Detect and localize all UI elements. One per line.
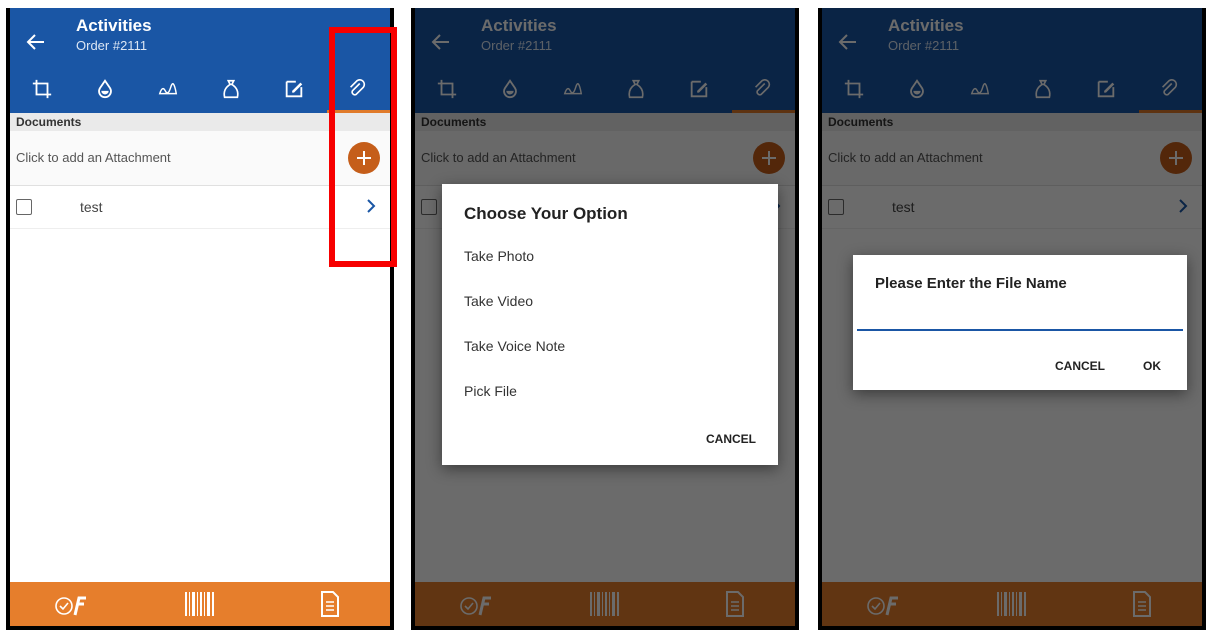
option-pick-file[interactable]: Pick File <box>464 383 517 399</box>
option-take-voice-note[interactable]: Take Voice Note <box>464 338 565 354</box>
ok-button[interactable]: OK <box>1143 359 1161 373</box>
order-number: Order #2111 <box>76 38 148 53</box>
tab-crop[interactable] <box>10 68 73 110</box>
highlight-box <box>329 27 397 267</box>
report-button[interactable] <box>310 589 350 619</box>
choose-option-dialog: Choose Your Option Take Photo Take Video… <box>442 184 778 465</box>
option-take-photo[interactable]: Take Photo <box>464 248 534 264</box>
drop-icon <box>97 79 112 99</box>
document-name: test <box>80 199 103 215</box>
file-name-dialog: Please Enter the File Name CANCEL OK <box>853 255 1187 390</box>
file-name-input[interactable] <box>857 309 1183 331</box>
add-attachment-label: Click to add an Attachment <box>16 150 171 165</box>
edit-icon <box>285 80 302 98</box>
sketch-icon <box>158 83 177 95</box>
tab-notes[interactable] <box>262 68 325 110</box>
document-icon <box>321 591 339 617</box>
phone-screen: Activities Order #2111 Documents Click t… <box>822 8 1202 626</box>
dialog-title: Please Enter the File Name <box>875 275 1067 292</box>
tab-bag[interactable] <box>199 68 262 110</box>
cancel-button[interactable]: CANCEL <box>706 432 756 446</box>
crop-icon <box>32 79 51 99</box>
bottom-bar <box>10 582 390 626</box>
screenshot-panel-2: Activities Order #2111 Documents Click t… <box>411 8 799 630</box>
section-label: Documents <box>16 115 82 129</box>
tab-sketch[interactable] <box>136 68 199 110</box>
document-checkbox[interactable] <box>16 199 32 215</box>
bag-icon <box>222 79 239 99</box>
page-title: Activities <box>76 16 152 35</box>
tab-fluid[interactable] <box>73 68 136 110</box>
phone-screen: Activities Order #2111 Documents Click t… <box>415 8 795 626</box>
screenshot-panel-3: Activities Order #2111 Documents Click t… <box>818 8 1206 630</box>
dialog-title: Choose Your Option <box>464 204 628 223</box>
wrench-check-button[interactable] <box>48 589 98 619</box>
barcode-button[interactable] <box>178 589 222 619</box>
back-arrow-icon[interactable] <box>24 30 48 54</box>
cancel-button[interactable]: CANCEL <box>1055 359 1105 373</box>
option-take-video[interactable]: Take Video <box>464 293 533 309</box>
barcode-icon <box>185 592 214 616</box>
wrench-check-icon <box>55 596 86 616</box>
